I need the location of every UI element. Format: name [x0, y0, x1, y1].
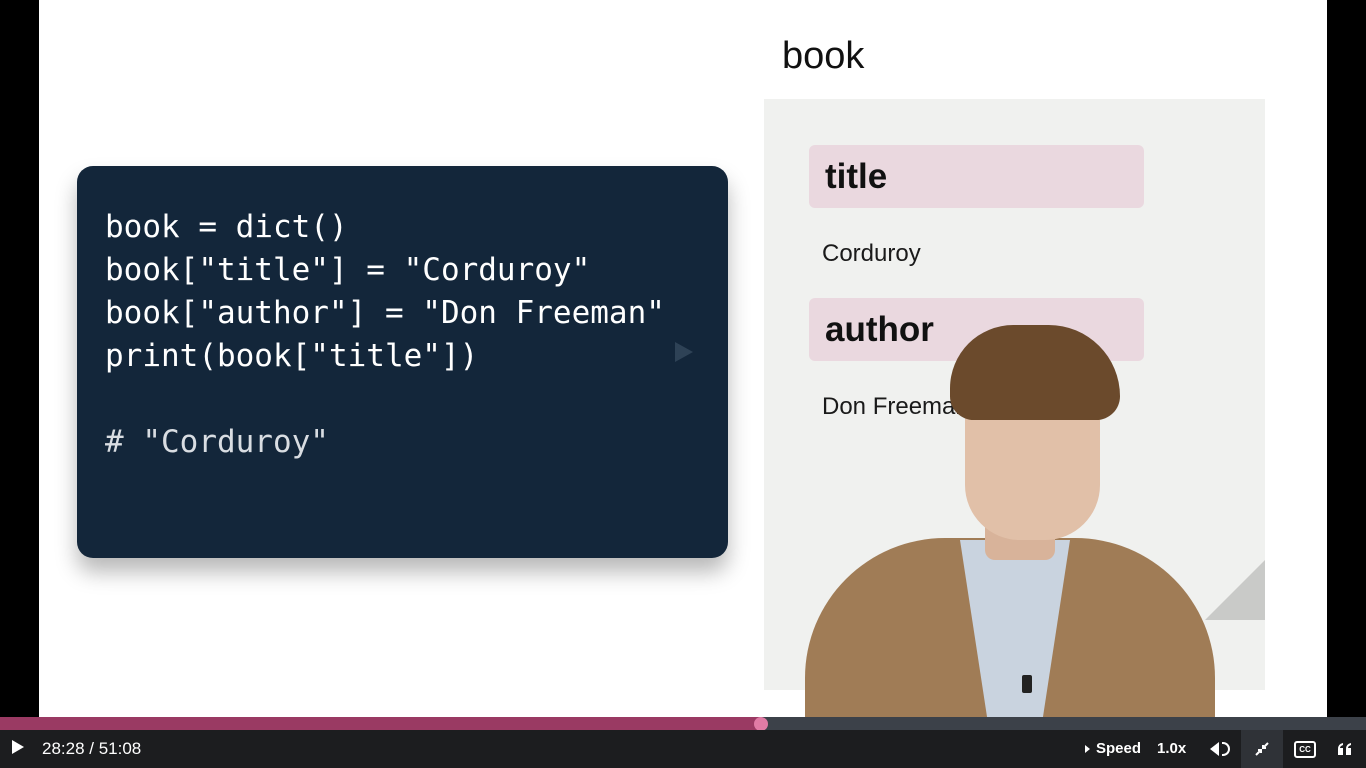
video-player[interactable]: book = dict() book["title"] = "Corduroy"…: [0, 0, 1366, 718]
lapel-mic: [1022, 675, 1032, 693]
speed-button[interactable]: Speed 1.0x: [1085, 740, 1186, 757]
exit-fullscreen-glyph: [1255, 742, 1269, 756]
cc-box: CC: [1294, 740, 1316, 758]
progress-fill: [0, 717, 761, 730]
speaker-shape: [1210, 742, 1219, 756]
code-line: print(book["title"]): [105, 338, 479, 374]
quote-glyph: [1338, 743, 1351, 755]
code-comment: # "Corduroy": [105, 424, 329, 460]
closed-captions-icon[interactable]: CC: [1284, 730, 1326, 768]
presenter-hair: [950, 325, 1120, 420]
presenter-video: [800, 320, 1220, 718]
play-icon[interactable]: [12, 740, 24, 754]
volume-icon[interactable]: [1199, 730, 1241, 768]
code-line: book["author"] = "Don Freeman": [105, 295, 665, 331]
exit-fullscreen-icon[interactable]: [1241, 730, 1283, 768]
time-display: 28:28 / 51:08: [42, 739, 142, 758]
code-block: book = dict() book["title"] = "Corduroy"…: [105, 206, 665, 378]
dict-key-label: title: [825, 157, 888, 196]
faint-play-icon: [675, 342, 693, 362]
quote-icon[interactable]: [1324, 730, 1366, 768]
sound-waves: [1222, 742, 1230, 756]
speed-label: Speed: [1096, 740, 1142, 757]
code-line: book = dict(): [105, 209, 348, 245]
dict-key-title: title: [809, 145, 1144, 208]
progress-knob[interactable]: [753, 717, 768, 731]
code-panel: book = dict() book["title"] = "Corduroy"…: [77, 166, 728, 558]
progress-bar[interactable]: [0, 717, 1366, 731]
code-line: book["title"] = "Corduroy": [105, 252, 591, 288]
dict-value-title: Corduroy: [822, 240, 921, 267]
speed-value: 1.0x: [1157, 740, 1187, 757]
caret-right-icon: [1085, 744, 1090, 753]
control-bar: 28:28 / 51:08 Speed 1.0x CC: [0, 730, 1366, 768]
dict-title: book: [782, 35, 865, 77]
